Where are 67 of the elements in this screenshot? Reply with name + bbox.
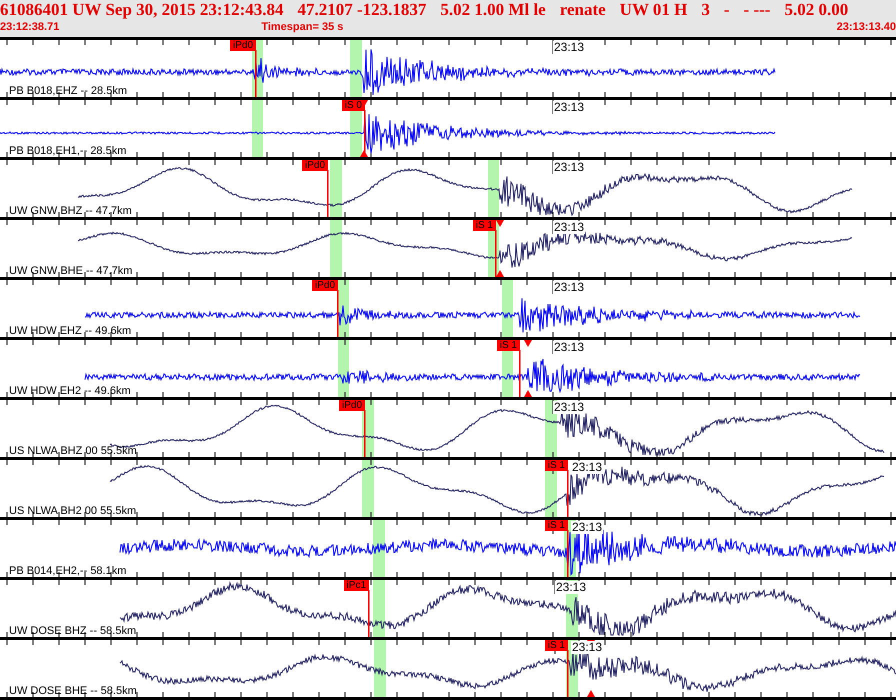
- pick-triangles-icon: [524, 340, 532, 397]
- pick-line: [519, 350, 520, 397]
- pick-label: iPd0: [230, 40, 256, 51]
- event-field: UW 01 H: [620, 0, 688, 20]
- time-label: 23:13: [553, 281, 586, 294]
- time-label: 23:13: [553, 401, 586, 414]
- time-label: 23:13: [553, 101, 586, 114]
- station-label: UW HDW EH2 -- 49.6km: [9, 385, 131, 397]
- time-label: 23:13: [571, 641, 604, 654]
- time-label: 23:13: [571, 461, 604, 474]
- station-label: PB B018,EHZ -- 28.5km: [9, 85, 127, 97]
- station-label: UW DOSE BHE -- 58.5km: [9, 685, 137, 697]
- event-field: - ---: [744, 0, 770, 20]
- time-label: 23:13: [555, 581, 588, 594]
- pick-window: [252, 100, 263, 157]
- pick-label: iS 1: [496, 340, 520, 351]
- pick-label: iPd0: [312, 280, 338, 291]
- pick-label: iS 0: [342, 100, 365, 111]
- pick-label: iPd0: [302, 160, 328, 171]
- pick-line: [255, 50, 256, 97]
- pick-window: [338, 340, 349, 397]
- pick-line: [337, 290, 338, 337]
- pick-label: iS 1: [544, 460, 568, 471]
- event-field: 5.02 0.00: [784, 0, 848, 20]
- start-time: 23:12:38.71: [0, 20, 60, 34]
- time-label: 23:13: [553, 221, 586, 234]
- pick-window: [373, 520, 385, 577]
- station-label: US NLWA BHZ 00 55.5km: [9, 445, 137, 457]
- event-field: 3: [701, 0, 710, 20]
- station-label: UW GNW BHZ -- 47.7km: [9, 205, 132, 217]
- time-label: 23:13: [571, 521, 604, 534]
- pick-line: [495, 230, 496, 277]
- timespan-label: Timespan= 35 s: [261, 20, 344, 34]
- station-label: PB B014,EH2,-- 58.1km: [9, 565, 126, 577]
- pick-window: [502, 280, 513, 337]
- pick-label: iPd0: [338, 400, 365, 411]
- time-label: 23:13: [553, 341, 586, 354]
- pick-label: iS 1: [544, 520, 568, 531]
- event-field: renate: [560, 0, 606, 20]
- pick-window: [362, 460, 374, 517]
- time-label: 23:13: [553, 161, 586, 174]
- pick-triangles-icon: [496, 220, 504, 277]
- end-time: 23:13:13.40: [836, 20, 896, 34]
- pick-line: [567, 530, 568, 577]
- station-label: UW GNW BHE -- 47.7km: [9, 265, 132, 277]
- pick-line: [327, 170, 328, 217]
- station-label: UW DOSE BHZ -- 58.5km: [9, 625, 136, 637]
- time-label: 23:13: [553, 41, 586, 54]
- pick-window: [373, 580, 385, 637]
- station-label: US NLWA BH2 00 55.5km: [9, 505, 136, 517]
- pick-line: [567, 470, 568, 517]
- event-field: 5.02 1.00 Ml le: [440, 0, 546, 20]
- pick-window: [330, 220, 342, 277]
- pick-window: [330, 160, 342, 217]
- pick-window: [374, 640, 386, 697]
- pick-window: [488, 160, 499, 217]
- pick-window: [350, 40, 362, 97]
- station-label: UW HDW EHZ -- 49.6km: [9, 325, 132, 337]
- pick-line: [368, 590, 370, 637]
- event-field: 61086401 UW Sep 30, 2015 23:12:43.84: [0, 0, 284, 20]
- event-field: 47.2107 -123.1837: [298, 0, 426, 20]
- station-label: PB B018,EH1,-- 28.5km: [9, 145, 126, 157]
- pick-line: [567, 650, 568, 697]
- pick-line: [364, 410, 366, 457]
- event-field: -: [724, 0, 730, 20]
- pick-label: iPc1: [344, 580, 369, 591]
- pick-label: iS 1: [544, 640, 568, 651]
